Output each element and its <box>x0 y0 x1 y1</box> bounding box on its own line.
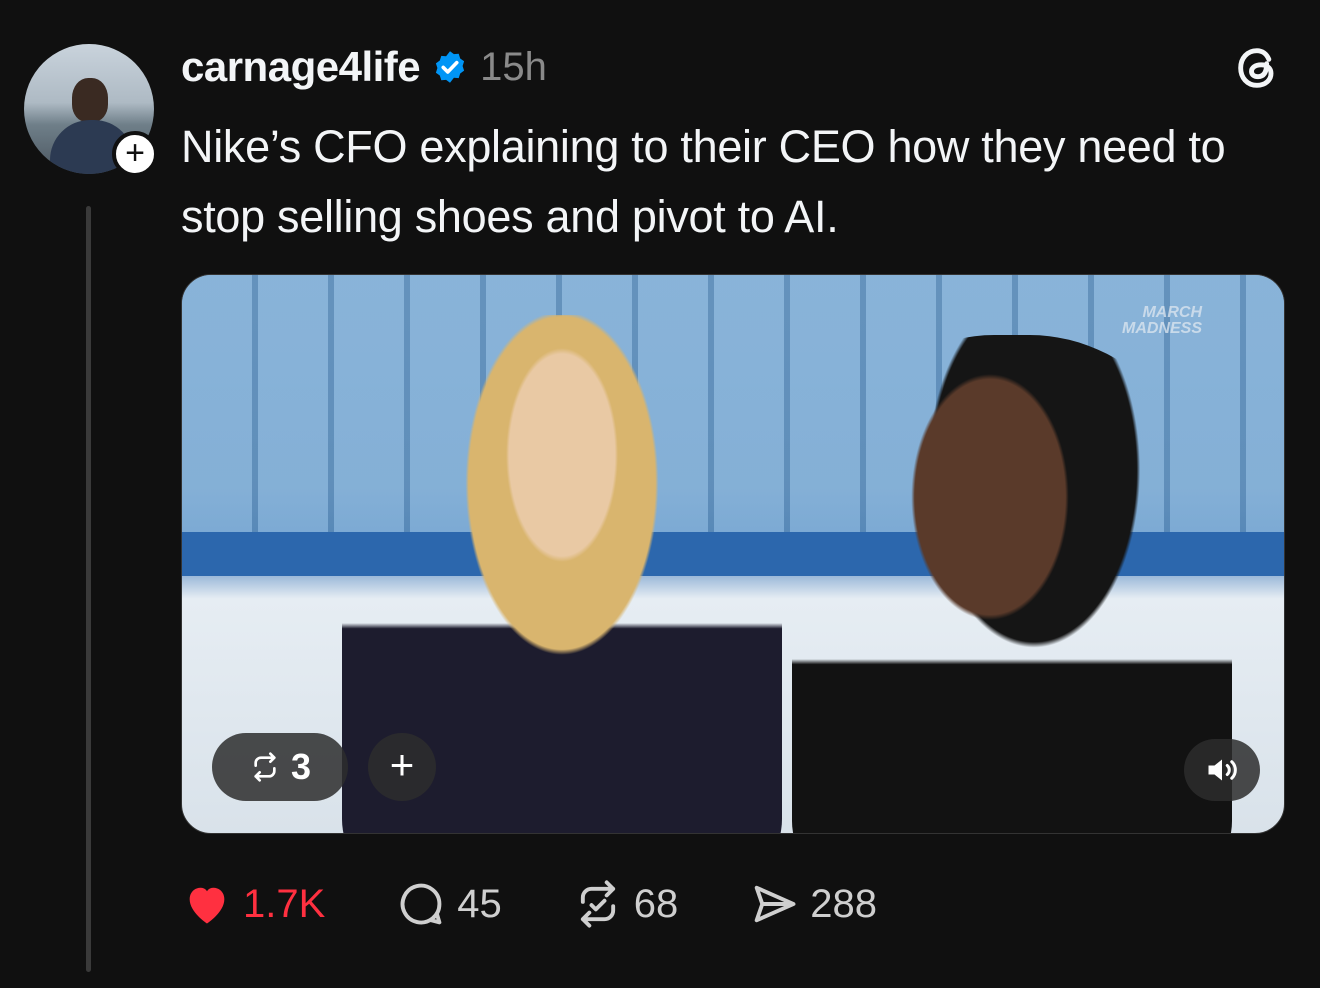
plus-icon: + <box>125 133 145 172</box>
media-repost-count: 3 <box>290 746 312 787</box>
march-madness-watermark: MARCH MADNESS <box>1122 304 1203 337</box>
follow-button[interactable]: + <box>112 131 158 177</box>
verified-badge-icon <box>436 51 465 83</box>
thread-line <box>86 206 91 972</box>
post-timestamp: 15h <box>480 44 547 89</box>
like-count: 1.7K <box>243 881 326 926</box>
username[interactable]: carnage4life <box>181 43 421 91</box>
comment-count: 45 <box>457 881 502 926</box>
media-repost-chip[interactable]: 3 <box>212 733 348 801</box>
avatar-head <box>72 78 108 122</box>
video-person-player <box>792 335 1232 833</box>
media-add-button[interactable]: + <box>368 733 436 801</box>
share-count: 288 <box>810 881 878 926</box>
post-header: carnage4life 15h <box>181 40 547 94</box>
share-icon <box>755 885 796 923</box>
repost-button[interactable]: 68 <box>572 878 679 930</box>
share-button[interactable]: 288 <box>748 878 877 930</box>
repost-icon <box>580 880 615 928</box>
comment-icon <box>400 883 442 925</box>
comment-button[interactable]: 45 <box>395 878 502 930</box>
repost-icon <box>254 752 276 782</box>
plus-icon: + <box>389 741 415 788</box>
like-button[interactable]: 1.7K <box>181 878 325 930</box>
sound-toggle-button[interactable] <box>1184 739 1260 801</box>
post-actions: 1.7K 45 68 288 <box>181 874 947 934</box>
speaker-icon <box>1208 759 1237 781</box>
heart-icon <box>189 887 225 924</box>
repost-count: 68 <box>633 881 679 926</box>
threads-logo-icon[interactable] <box>1232 42 1284 94</box>
post-text: Nike’s CFO explaining to their CEO how t… <box>181 121 1226 242</box>
post-video[interactable]: MARCH MADNESS 3 + <box>181 274 1285 834</box>
